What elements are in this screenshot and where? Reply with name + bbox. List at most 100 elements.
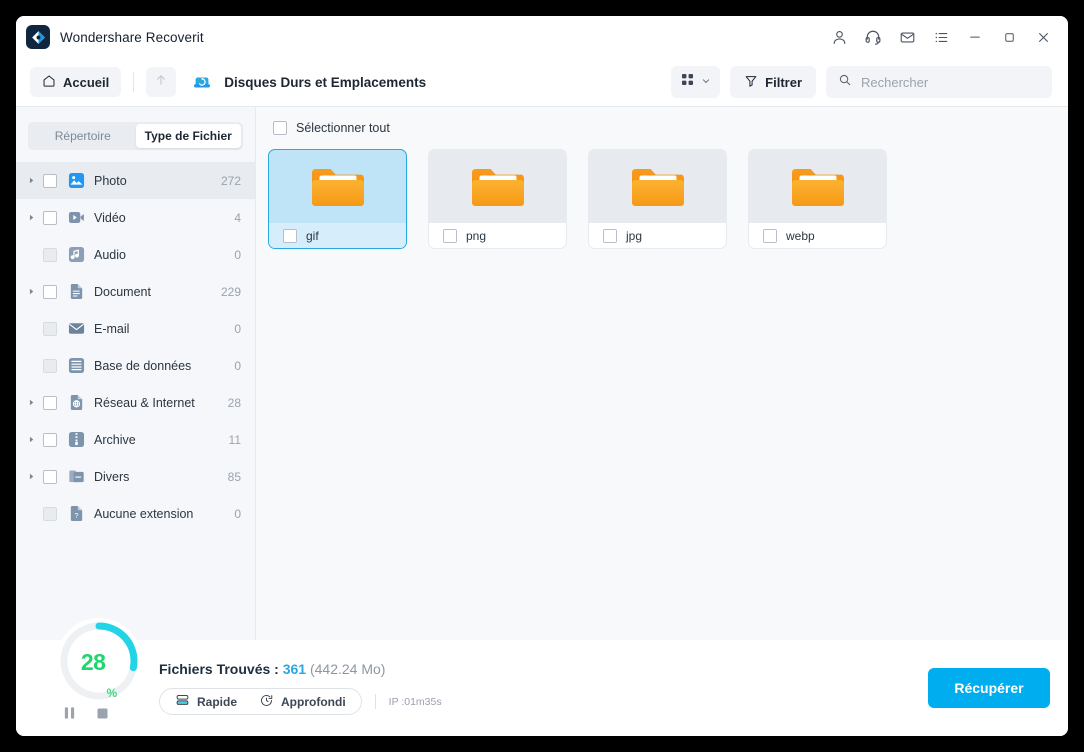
file-type-card[interactable]: jpg [588, 149, 727, 249]
category-label: Vidéo [94, 210, 126, 225]
toolbar-divider [133, 72, 135, 92]
database-icon [68, 357, 85, 374]
filter-button-label: Filtrer [765, 74, 802, 90]
sidebar-item-document[interactable]: Document 229 [16, 273, 255, 310]
card-label: png [466, 228, 487, 243]
files-found-line: Fichiers Trouvés : 361 (442.24 Mo) [159, 661, 442, 677]
card-footer: webp [749, 223, 886, 248]
scan-mode-quick[interactable]: Rapide [164, 693, 248, 711]
expand-arrow-icon[interactable] [24, 436, 38, 443]
pause-scan-button[interactable] [63, 706, 76, 725]
quick-scan-icon [175, 693, 190, 711]
misc-icon [68, 468, 85, 485]
bottom-status-bar: 28 % Fichiers Trouvés : 361 (442.24 Mo) … [16, 618, 1068, 736]
card-checkbox[interactable] [283, 228, 297, 243]
scan-mode-deep[interactable]: Approfondi [248, 693, 357, 711]
expand-arrow-icon[interactable] [24, 214, 38, 221]
filter-button[interactable]: Filtrer [730, 66, 816, 98]
search-icon [838, 73, 852, 92]
mail-icon[interactable] [890, 20, 924, 54]
select-all-row[interactable]: Sélectionner tout [256, 113, 1068, 143]
expand-arrow-icon[interactable] [24, 473, 38, 480]
category-count: 0 [234, 358, 241, 373]
category-count: 4 [234, 210, 241, 225]
sidebar-tabs: Répertoire Type de Fichier [28, 122, 243, 150]
card-label: webp [786, 228, 815, 243]
file-type-card[interactable]: png [428, 149, 567, 249]
close-button[interactable] [1026, 20, 1060, 54]
sidebar: Répertoire Type de Fichier Photo 272 Vidéo… [16, 107, 256, 640]
home-icon [42, 74, 56, 91]
maximize-button[interactable] [992, 20, 1026, 54]
scan-progress-label: 28 % [56, 618, 142, 704]
sidebar-item-base-de-donn-es[interactable]: Base de données 0 [16, 347, 255, 384]
sidebar-item-divers[interactable]: Divers 85 [16, 458, 255, 495]
archive-icon [68, 431, 85, 448]
category-checkbox[interactable] [43, 432, 57, 447]
support-headset-icon[interactable] [856, 20, 890, 54]
scan-mode-row: Rapide Approfondi IP :01m35s [159, 688, 442, 715]
scan-mode-quick-label: Rapide [197, 694, 238, 709]
files-found-count: 361 [282, 661, 307, 677]
chevron-down-icon [701, 73, 711, 91]
document-icon [68, 283, 85, 300]
photo-icon [68, 172, 85, 189]
home-button[interactable]: Accueil [30, 67, 122, 97]
category-checkbox[interactable] [43, 210, 57, 225]
recover-button[interactable]: Récupérer [928, 668, 1050, 708]
card-label: gif [306, 228, 319, 243]
category-checkbox[interactable] [43, 173, 57, 188]
category-label: Réseau & Internet [94, 395, 195, 410]
location-title: Disques Durs et Emplacements [224, 74, 427, 90]
file-type-card[interactable]: gif [268, 149, 407, 249]
view-mode-button[interactable] [671, 66, 721, 98]
card-checkbox[interactable] [603, 228, 617, 243]
sidebar-item-r-seau-internet[interactable]: Réseau & Internet 28 [16, 384, 255, 421]
category-count: 229 [220, 284, 241, 299]
category-label: Photo [94, 173, 127, 188]
svg-text:?: ? [75, 512, 79, 520]
category-checkbox[interactable] [43, 395, 57, 410]
expand-arrow-icon[interactable] [24, 288, 38, 295]
sidebar-item-audio[interactable]: Audio 0 [16, 236, 255, 273]
sidebar-item-vid-o[interactable]: Vidéo 4 [16, 199, 255, 236]
stop-scan-button[interactable] [96, 707, 109, 725]
category-count: 28 [227, 395, 241, 410]
deep-scan-icon [259, 693, 274, 711]
app-title: Wondershare Recoverit [60, 29, 204, 45]
sidebar-item-aucune-extension[interactable]: ? Aucune extension 0 [16, 495, 255, 532]
search-input[interactable] [861, 74, 1040, 90]
up-level-button[interactable] [146, 67, 177, 97]
menu-list-icon[interactable] [924, 20, 958, 54]
unknown-file-icon: ? [68, 505, 85, 522]
expand-arrow-icon[interactable] [24, 399, 38, 406]
category-label: Audio [94, 247, 126, 262]
search-box[interactable] [826, 66, 1052, 98]
wondershare-logo [26, 25, 50, 49]
tab-type-de-fichier[interactable]: Type de Fichier [135, 124, 241, 148]
account-icon[interactable] [822, 20, 856, 54]
expand-arrow-icon[interactable] [24, 177, 38, 184]
card-checkbox[interactable] [763, 228, 777, 243]
scan-progress-ring: 28 % [56, 618, 142, 704]
funnel-icon [744, 74, 758, 91]
category-checkbox[interactable] [43, 469, 57, 484]
category-label: Aucune extension [94, 506, 194, 521]
card-checkbox[interactable] [443, 228, 457, 243]
sidebar-item-photo[interactable]: Photo 272 [16, 162, 255, 199]
video-icon [68, 209, 85, 226]
select-all-checkbox[interactable] [273, 121, 287, 135]
title-bar: Wondershare Recoverit [16, 16, 1068, 58]
app-window: Wondershare Recoverit Accueil Disques Du… [16, 16, 1068, 736]
minimize-button[interactable] [958, 20, 992, 54]
home-button-label: Accueil [63, 74, 110, 90]
category-count: 0 [234, 321, 241, 336]
scan-transport-controls [63, 706, 109, 725]
category-checkbox[interactable] [43, 284, 57, 299]
sidebar-item-e-mail[interactable]: E-mail 0 [16, 310, 255, 347]
card-label: jpg [626, 228, 643, 243]
tab-repertoire[interactable]: Répertoire [30, 124, 136, 148]
file-type-card[interactable]: webp [748, 149, 887, 249]
sidebar-item-archive[interactable]: Archive 11 [16, 421, 255, 458]
content-area: Sélectionner tout gif png jpg webp [256, 107, 1068, 640]
